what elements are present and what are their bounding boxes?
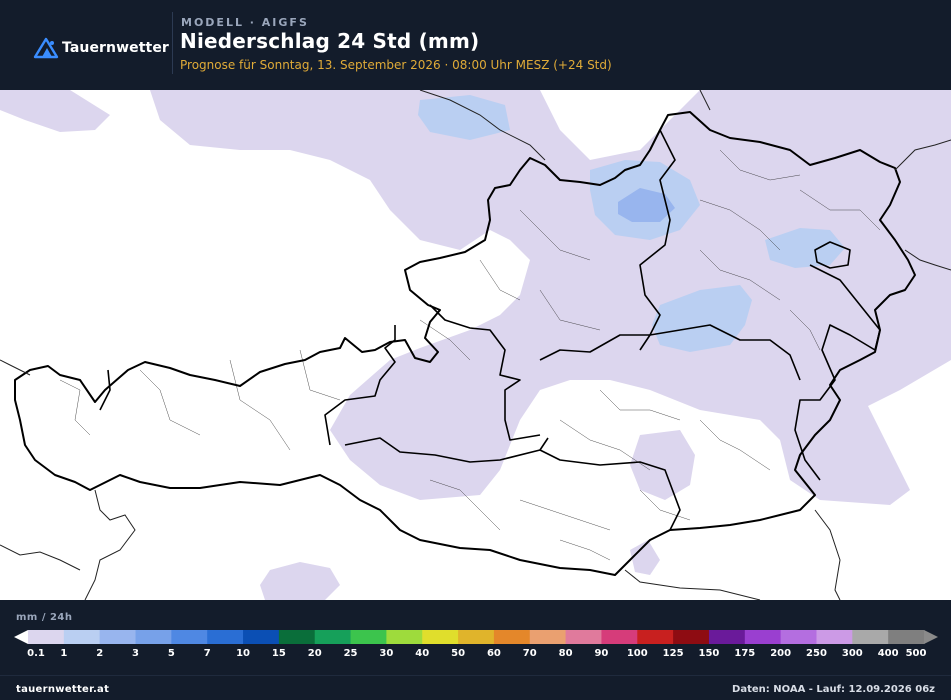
color-scale [14,630,938,644]
header: Tauernwetter MODELL · AIGFS Niederschlag… [0,0,951,90]
legend-swatch [852,630,889,644]
map-title: Niederschlag 24 Std (mm) [180,29,480,53]
map-canvas [0,90,951,600]
legend-swatch [673,630,710,644]
legend-tick-label: 1 [60,648,68,659]
legend-swatch [386,630,423,644]
mountain-logo-icon [33,37,59,59]
legend-swatch [888,630,925,644]
forecast-time: Prognose für Sonntag, 13. September 2026… [180,58,612,72]
legend-swatch [422,630,459,644]
legend-unit: mm / 24h [16,612,73,623]
legend-tick-label: 25 [343,648,358,659]
legend-min-arrow [14,630,28,644]
legend-swatch [207,630,244,644]
legend-tick-label: 5 [167,648,175,659]
legend-tick-label: 400 [877,648,899,659]
legend-tick-label: 70 [522,648,537,659]
legend-swatch [135,630,172,644]
legend-tick-label: 40 [415,648,430,659]
model-label: MODELL · AIGFS [181,16,309,29]
legend-swatch [243,630,280,644]
legend-tick-label: 0.1 [27,648,45,659]
legend-tick-label: 150 [698,648,720,659]
legend-swatch [63,630,101,644]
legend-tick-label: 3 [132,648,139,659]
legend-swatch [601,630,638,644]
legend-tick-label: 60 [486,648,501,659]
legend-tick-label: 10 [236,648,250,659]
legend-swatch [708,630,746,644]
site-link[interactable]: tauernwetter.at [16,684,109,695]
brand-name: Tauernwetter [62,40,169,56]
legend-swatch [350,630,387,644]
legend-tick-label: 7 [203,648,211,659]
legend-swatch [637,630,674,644]
legend-swatch [565,630,602,644]
legend-tick-label: 30 [379,648,394,659]
data-credits: Daten: NOAA - Lauf: 12.09.2026 06z [732,684,935,695]
legend-swatch [278,630,316,644]
legend-tick-label: 125 [662,648,684,659]
legend-tick-label: 20 [307,648,322,659]
legend-swatch [458,630,495,644]
legend-swatch [314,630,352,644]
legend-tick-label: 2 [96,648,104,659]
legend-swatch [493,630,531,644]
legend-tick-label: 100 [626,648,648,659]
legend-swatch [99,630,137,644]
legend-swatch [744,630,782,644]
legend-swatch [28,630,65,644]
legend-tick-label: 175 [734,648,756,659]
legend-max-arrow [924,630,938,644]
precipitation-map[interactable] [0,90,951,600]
legend-tick-label: 200 [770,648,792,659]
legend-tick-label: 15 [271,648,286,659]
legend-swatch [171,630,208,644]
legend-tick-label: 50 [451,648,466,659]
precip-legend: mm / 24h 0.1 1 2 3 5 7 10 15 20 25 30 40 50 60 70 80 90 1… [0,600,951,675]
legend-swatch [780,630,817,644]
legend-tick-label: 90 [594,648,609,659]
header-divider [172,12,173,74]
legend-tick-label: 80 [558,648,573,659]
legend-swatch [529,630,567,644]
legend-tick-label: 250 [806,648,827,659]
legend-swatch [816,630,853,644]
footer: tauernwetter.at Daten: NOAA - Lauf: 12.0… [0,675,951,700]
brand-logo[interactable]: Tauernwetter [33,36,169,60]
legend-tick-label: 300 [841,648,863,659]
legend-tick-label: 500 [905,648,927,659]
precip-light-areas [0,90,951,600]
legend-ticks: 0.1 1 2 3 5 7 10 15 20 25 30 40 50 60 70 80 90 100 125 150 1… [0,648,951,662]
